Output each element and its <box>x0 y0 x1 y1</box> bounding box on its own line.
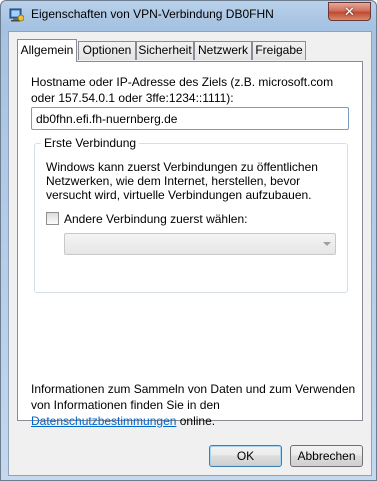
chevron-down-icon <box>323 242 331 246</box>
window-title: Eigenschaften von VPN-Verbindung DB0FHN <box>31 7 274 21</box>
tab-panel-allgemein: Hostname oder IP-Adresse des Ziels (z.B.… <box>17 61 363 428</box>
group-title: Erste Verbindung <box>41 136 140 151</box>
privacy-text-after: online. <box>176 414 216 428</box>
close-icon: ✕ <box>344 4 355 19</box>
tab-sicherheit[interactable]: Sicherheit <box>136 41 194 60</box>
privacy-link[interactable]: Datenschutzbestimmungen <box>31 414 176 428</box>
vpn-connection-icon <box>9 7 25 23</box>
close-button[interactable]: ✕ <box>328 2 371 21</box>
tab-netzwerk[interactable]: Netzwerk <box>194 41 252 60</box>
cancel-button[interactable]: Abbrechen <box>290 445 363 467</box>
tab-freigabe[interactable]: Freigabe <box>252 41 306 60</box>
host-label: Hostname oder IP-Adresse des Ziels (z.B.… <box>31 75 334 105</box>
dialog-client-area: Allgemein Optionen Sicherheit Netzwerk F… <box>8 31 372 476</box>
ok-button[interactable]: OK <box>209 445 282 467</box>
dialog-window: Eigenschaften von VPN-Verbindung DB0FHN … <box>0 0 377 481</box>
privacy-info: Informationen zum Sammeln von Daten und … <box>31 381 361 429</box>
tab-optionen[interactable]: Optionen <box>78 41 136 60</box>
connection-dropdown[interactable] <box>64 233 336 255</box>
host-input[interactable] <box>31 107 349 130</box>
privacy-text-before: Informationen zum Sammeln von Daten und … <box>31 382 356 412</box>
other-connection-label[interactable]: Andere Verbindung zuerst wählen: <box>64 211 247 227</box>
group-description: Windows kann zuerst Verbindungen zu öffe… <box>46 160 318 202</box>
title-bar[interactable]: Eigenschaften von VPN-Verbindung DB0FHN … <box>1 1 376 29</box>
other-connection-checkbox[interactable] <box>46 212 59 225</box>
tab-allgemein[interactable]: Allgemein <box>17 39 77 62</box>
first-connection-group: Erste Verbindung Windows kann zuerst Ver… <box>34 136 348 293</box>
